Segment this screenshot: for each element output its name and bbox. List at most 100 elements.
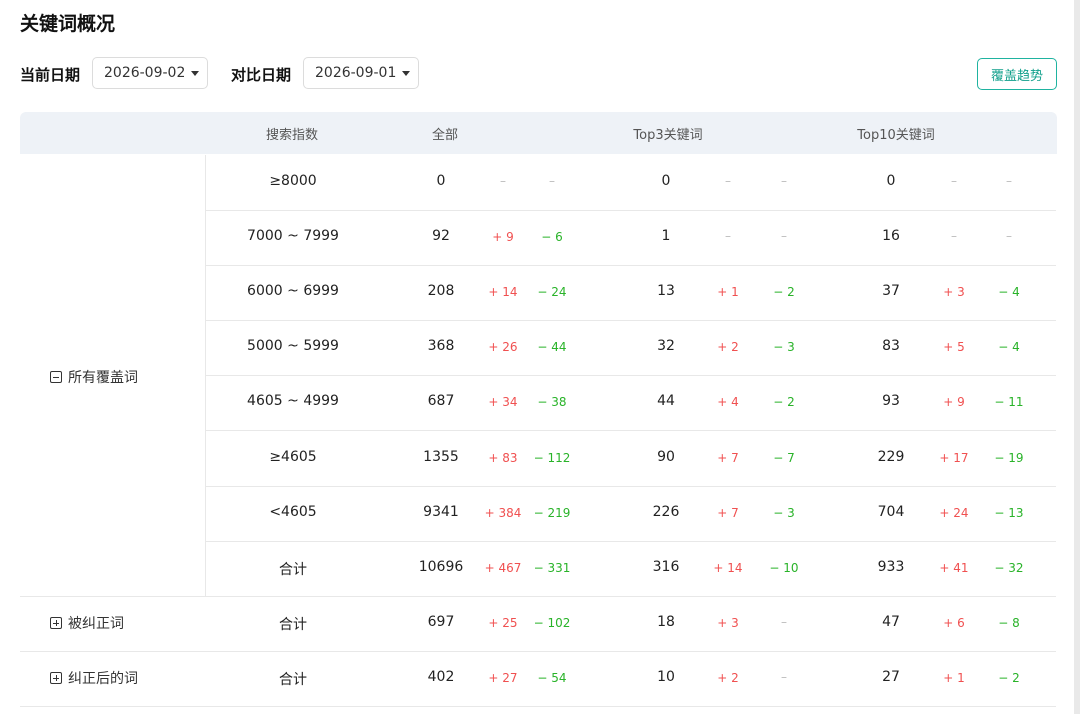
table-row: 合计 697 + 25 − 102 18 + 3 – 47 + 6 − 8 被纠正词 — [20, 596, 1056, 652]
top3-count: 32 — [657, 338, 675, 354]
group-cell-all: 所有覆盖词 — [20, 155, 206, 597]
collapse-icon[interactable] — [50, 371, 62, 383]
top3-increase: + 1 — [717, 285, 739, 299]
group-toggle[interactable]: 被纠正词 — [50, 613, 124, 633]
all-decrease: − 6 — [541, 230, 563, 244]
top10-decrease: – — [1006, 174, 1012, 188]
top10-count: 933 — [877, 559, 905, 575]
top10-increase: – — [951, 229, 957, 243]
top3-increase: – — [725, 229, 731, 243]
top3-increase: + 7 — [717, 451, 739, 465]
all-increase: + 25 — [488, 616, 518, 630]
top3-count: 13 — [657, 283, 675, 299]
top10-count: 0 — [886, 173, 896, 189]
current-date-value: 2026-09-02 — [104, 65, 186, 81]
top10-decrease: − 4 — [998, 285, 1020, 299]
group-label: 被纠正词 — [68, 616, 124, 632]
table-row: 5000 ~ 5999 368 + 26 − 44 32 + 2 − 3 83 + 5 − 4 — [206, 320, 1056, 376]
top10-decrease: − 19 — [994, 451, 1024, 465]
all-decrease: − 54 — [537, 671, 567, 685]
table-row: ≥8000 0 – – 0 – – 0 – – — [206, 155, 1056, 211]
top3-decrease: – — [781, 229, 787, 243]
current-date-select[interactable]: 2026-09-02 — [92, 57, 208, 89]
all-count: 9341 — [423, 504, 459, 520]
all-decrease: − 331 — [533, 561, 571, 575]
all-decrease: – — [549, 174, 555, 188]
top10-count: 47 — [882, 614, 900, 630]
caret-down-icon — [402, 70, 411, 76]
top10-increase: + 6 — [943, 616, 965, 630]
header-top10: Top10关键词 — [857, 128, 935, 143]
top3-count: 1 — [661, 228, 671, 244]
search-index-range: 6000 ~ 6999 — [247, 283, 339, 299]
top3-decrease: − 2 — [773, 395, 795, 409]
all-count: 687 — [427, 393, 455, 409]
table-row: 合计 402 + 27 − 54 10 + 2 – 27 + 1 − 2 纠正后的词 — [20, 651, 1056, 707]
top10-decrease: − 8 — [998, 616, 1020, 630]
expand-icon[interactable] — [50, 617, 62, 629]
table-row: 合计 10696 + 467 − 331 316 + 14 − 10 933 + 41 − 32 — [206, 541, 1056, 597]
top3-increase: + 2 — [717, 340, 739, 354]
group-toggle[interactable]: 纠正后的词 — [50, 668, 138, 688]
search-index-range: 合计 — [279, 672, 307, 688]
all-count: 1355 — [423, 449, 459, 465]
table-header: 搜索指数 全部 Top3关键词 Top10关键词 — [20, 112, 1057, 154]
all-count: 0 — [436, 173, 446, 189]
all-increase: + 34 — [488, 395, 518, 409]
top10-count: 27 — [882, 669, 900, 685]
current-date-label: 当前日期 — [20, 66, 81, 84]
all-decrease: − 24 — [537, 285, 567, 299]
table-row: <4605 9341 + 384 − 219 226 + 7 − 3 704 + 24 − 13 — [206, 486, 1056, 542]
top3-increase: + 2 — [717, 671, 739, 685]
caret-down-icon — [191, 70, 200, 76]
search-index-range: <4605 — [269, 504, 317, 520]
top10-increase: + 9 — [943, 395, 965, 409]
top10-increase: – — [951, 174, 957, 188]
top3-count: 0 — [661, 173, 671, 189]
expand-icon[interactable] — [50, 672, 62, 684]
page-scrollbar[interactable] — [1074, 0, 1080, 714]
top10-increase: + 1 — [943, 671, 965, 685]
table-row: 4605 ~ 4999 687 + 34 − 38 44 + 4 − 2 93 + 9 − 11 — [206, 375, 1056, 431]
top10-count: 83 — [882, 338, 900, 354]
table-row: 7000 ~ 7999 92 + 9 − 6 1 – – 16 – – — [206, 210, 1056, 266]
coverage-trend-button[interactable]: 覆盖趋势 — [977, 58, 1057, 90]
all-count: 10696 — [418, 559, 464, 575]
header-top3: Top3关键词 — [633, 128, 703, 143]
all-increase: + 27 — [488, 671, 518, 685]
top3-decrease: − 10 — [769, 561, 799, 575]
all-count: 697 — [427, 614, 455, 630]
top10-decrease: − 13 — [994, 506, 1024, 520]
top3-increase: + 4 — [717, 395, 739, 409]
top3-decrease: – — [781, 615, 787, 629]
top10-count: 37 — [882, 283, 900, 299]
top3-count: 44 — [657, 393, 675, 409]
top3-increase: + 14 — [713, 561, 743, 575]
search-index-range: 4605 ~ 4999 — [247, 393, 339, 409]
top10-increase: + 41 — [939, 561, 969, 575]
top10-increase: + 3 — [943, 285, 965, 299]
top10-decrease: − 2 — [998, 671, 1020, 685]
top3-decrease: − 7 — [773, 451, 795, 465]
top10-count: 16 — [882, 228, 900, 244]
top10-increase: + 17 — [939, 451, 969, 465]
all-increase: + 9 — [492, 230, 514, 244]
top10-decrease: − 32 — [994, 561, 1024, 575]
all-decrease: − 44 — [537, 340, 567, 354]
top10-count: 229 — [877, 449, 905, 465]
top3-count: 90 — [657, 449, 675, 465]
group-toggle-all[interactable]: 所有覆盖词 — [50, 367, 138, 387]
top10-decrease: – — [1006, 229, 1012, 243]
group-label: 所有覆盖词 — [68, 370, 138, 386]
top3-increase: – — [725, 174, 731, 188]
top3-count: 18 — [657, 614, 675, 630]
all-count: 402 — [427, 669, 455, 685]
top3-increase: + 3 — [717, 616, 739, 630]
top10-count: 93 — [882, 393, 900, 409]
top10-decrease: − 11 — [994, 395, 1024, 409]
compare-date-select[interactable]: 2026-09-01 — [303, 57, 419, 89]
all-increase: – — [500, 174, 506, 188]
top3-decrease: − 3 — [773, 506, 795, 520]
search-index-range: ≥8000 — [269, 173, 317, 189]
header-search-index: 搜索指数 — [265, 128, 319, 143]
